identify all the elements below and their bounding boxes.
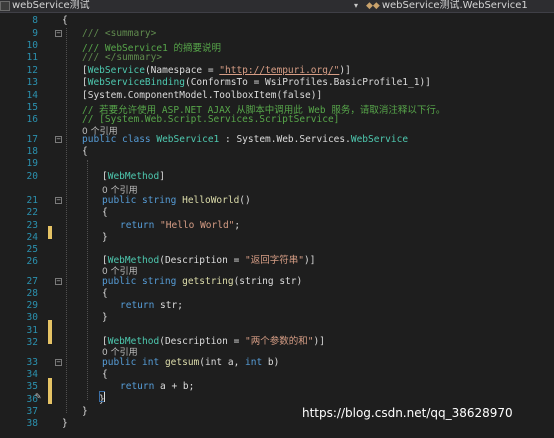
indent-guide <box>87 160 88 400</box>
collapse-toggle[interactable]: − <box>55 136 62 143</box>
line-number: 21 <box>26 195 38 206</box>
line-number: 25 <box>26 244 38 255</box>
code-line: } <box>102 232 108 243</box>
line-number: 24 <box>26 232 38 243</box>
code-line: { <box>62 15 68 26</box>
code-line: return str; <box>120 300 183 311</box>
code-line: } <box>62 418 68 429</box>
code-line: /// <summary> <box>82 28 157 39</box>
line-number: 30 <box>26 312 38 323</box>
code-line: return "Hello World"; <box>120 220 241 231</box>
code-line: [System.ComponentModel.ToolboxItem(false… <box>82 90 323 101</box>
code-line: } <box>82 406 88 417</box>
code-line: // [System.Web.Script.Services.ScriptSer… <box>82 114 340 125</box>
project-dropdown-label: webService测试 <box>12 0 90 11</box>
line-number: 13 <box>26 77 38 88</box>
line-number: 38 <box>26 418 38 429</box>
line-number: 14 <box>26 90 38 101</box>
code-line: { <box>102 369 108 380</box>
line-number: 8 <box>32 15 38 26</box>
class-dropdown-label: webService测试.WebService1 <box>381 0 528 11</box>
collapse-toggle[interactable]: − <box>55 30 62 37</box>
change-indicator <box>48 320 52 344</box>
line-number: 12 <box>26 65 38 76</box>
change-indicator <box>48 226 52 239</box>
code-line: public string HelloWorld() <box>102 195 251 206</box>
line-number: 9 <box>32 28 38 39</box>
line-number: 35 <box>26 381 38 392</box>
line-number: 32 <box>26 337 38 348</box>
code-line: { <box>102 207 108 218</box>
editor-navigation-bar: webService测试 ▾ ◆◆ webService测试.WebService… <box>0 0 554 13</box>
class-icon: ◆◆ <box>366 1 380 11</box>
code-line: return a + b; <box>120 381 195 392</box>
code-line: public int getsum(int a, int b) <box>102 357 280 368</box>
indent-guide <box>66 28 67 413</box>
collapse-toggle[interactable]: − <box>55 278 62 285</box>
line-number: 16 <box>26 114 38 125</box>
line-number: 26 <box>26 256 38 267</box>
line-number: 31 <box>26 325 38 336</box>
line-number: 37 <box>26 406 38 417</box>
code-line: public class WebService1 : System.Web.Se… <box>82 134 409 145</box>
line-number: 15 <box>26 102 38 113</box>
code-line: [WebServiceBinding(ConformsTo = WsiProfi… <box>82 77 431 88</box>
change-indicator <box>48 378 52 404</box>
line-number: 17 <box>26 134 38 145</box>
csharp-project-icon <box>0 1 10 11</box>
watermark: https://blog.csdn.net/qq_38628970 <box>302 406 513 420</box>
collapse-toggle[interactable]: − <box>55 197 62 204</box>
collapse-toggle[interactable]: − <box>55 359 62 366</box>
text-caret <box>104 392 105 402</box>
line-number: 20 <box>26 171 38 182</box>
code-line: public string getstring(string str) <box>102 276 303 287</box>
code-line: /// </summary> <box>82 52 163 63</box>
code-line: { <box>102 288 108 299</box>
line-number: 29 <box>26 300 38 311</box>
line-number: 34 <box>26 369 38 380</box>
line-number: 28 <box>26 288 38 299</box>
project-dropdown[interactable]: webService测试 <box>0 0 90 12</box>
line-number: 27 <box>26 276 38 287</box>
line-number: 33 <box>26 357 38 368</box>
line-number: 19 <box>26 158 38 169</box>
line-number: 36 <box>26 394 38 405</box>
class-dropdown[interactable]: ◆◆ webService测试.WebService1 <box>366 0 528 12</box>
edit-pen-icon: ✎ <box>35 391 42 402</box>
code-line: [WebMethod] <box>102 171 165 182</box>
code-line: { <box>82 146 88 157</box>
line-number: 23 <box>26 220 38 231</box>
code-line: [WebService(Namespace = "http://tempuri.… <box>82 65 351 76</box>
line-number: 10 <box>26 40 38 51</box>
line-number: 11 <box>26 52 38 63</box>
chevron-down-icon[interactable]: ▾ <box>354 1 358 10</box>
code-line: } <box>102 312 108 323</box>
line-number: 18 <box>26 146 38 157</box>
line-number: 22 <box>26 207 38 218</box>
